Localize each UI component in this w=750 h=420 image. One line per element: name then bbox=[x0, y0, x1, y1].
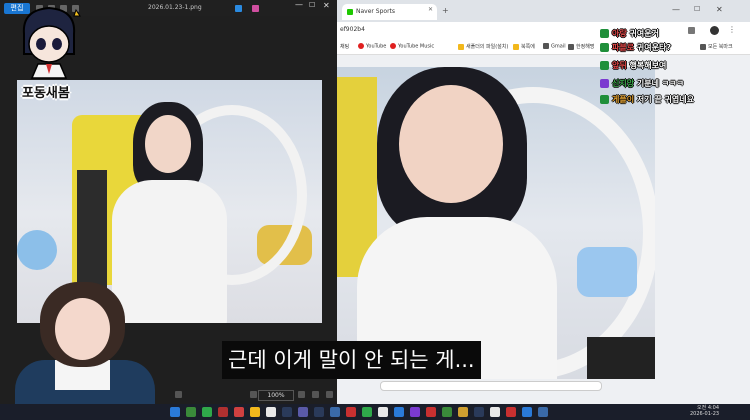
app-icon[interactable] bbox=[298, 407, 308, 417]
app-icon[interactable] bbox=[394, 407, 404, 417]
app-icon[interactable] bbox=[234, 407, 244, 417]
app-icon[interactable] bbox=[378, 407, 388, 417]
app-icon[interactable] bbox=[362, 407, 372, 417]
mascot-avatar-icon bbox=[22, 6, 81, 79]
chat-badge-icon bbox=[600, 61, 609, 70]
app-icon[interactable] bbox=[522, 407, 532, 417]
bookmark-item[interactable]: 새폴더의 파일(설치) bbox=[458, 43, 508, 50]
app-icon[interactable] bbox=[330, 407, 340, 417]
chat-badge-icon bbox=[600, 29, 609, 38]
app-icon[interactable] bbox=[538, 407, 548, 417]
chat-message: 아랑 귀여운거 bbox=[600, 28, 659, 39]
streamer-webcam bbox=[0, 280, 160, 404]
video-person-face bbox=[399, 85, 503, 203]
taskbar bbox=[0, 404, 750, 420]
stream-video[interactable] bbox=[337, 67, 655, 379]
url-text[interactable]: ef902b4 bbox=[340, 26, 365, 33]
chat-badge-icon bbox=[600, 43, 609, 52]
minimize-icon[interactable]: — bbox=[672, 5, 680, 14]
info-icon[interactable] bbox=[175, 391, 182, 398]
naver-icon bbox=[347, 8, 353, 15]
maximize-icon[interactable]: ☐ bbox=[309, 1, 315, 9]
subtitle-caption: 근데 이게 말이 안 되는 게... bbox=[222, 341, 481, 379]
folder-icon bbox=[568, 43, 574, 50]
channel-logo-text: 포동새봄 bbox=[22, 86, 70, 101]
youtube-music-icon bbox=[390, 43, 396, 49]
app-icon[interactable] bbox=[474, 407, 484, 417]
fit-icon[interactable] bbox=[250, 391, 257, 398]
chat-badge-icon bbox=[600, 79, 609, 88]
youtube-icon bbox=[358, 43, 364, 49]
app-icon[interactable] bbox=[490, 407, 500, 417]
app-icon[interactable] bbox=[442, 407, 452, 417]
start-icon[interactable] bbox=[170, 407, 180, 417]
close-icon[interactable]: ✕ bbox=[323, 1, 330, 10]
bookmark-item[interactable]: 채팅 bbox=[340, 43, 349, 50]
app-icon[interactable] bbox=[186, 407, 196, 417]
fullscreen-icon[interactable] bbox=[312, 391, 319, 398]
bookmark-item[interactable]: YouTube Music bbox=[390, 43, 434, 50]
bookmark-item[interactable]: 한정해명 bbox=[568, 43, 594, 50]
close-icon[interactable]: ✕ bbox=[716, 5, 723, 14]
chat-overlay: 아랑 귀여운거 파블로 귀여운타? 앞뒤 행복해보여 신지앙 기분네 ㅋㅋㅋ 게… bbox=[600, 28, 750, 108]
app-icon[interactable] bbox=[506, 407, 516, 417]
folder-icon bbox=[513, 43, 519, 50]
chat-message: 앞뒤 행복해보여 bbox=[600, 60, 666, 71]
bookmark-item[interactable]: 북쪽에 bbox=[513, 43, 535, 50]
video-plush-toy bbox=[577, 247, 637, 297]
folder-icon[interactable] bbox=[250, 407, 260, 417]
chat-message: 파블로 귀여운타? bbox=[600, 42, 671, 53]
chat-message: 신지앙 기분네 ㅋㅋㅋ bbox=[600, 78, 684, 89]
bookmark-item[interactable]: YouTube bbox=[358, 43, 386, 50]
folder-icon bbox=[458, 43, 464, 50]
chat-badge-icon bbox=[600, 95, 609, 104]
steam-icon[interactable] bbox=[282, 407, 292, 417]
zoom-in-icon[interactable] bbox=[298, 391, 305, 398]
video-microphone bbox=[587, 337, 655, 379]
expand-icon[interactable] bbox=[326, 391, 333, 398]
tab-close-icon[interactable]: ✕ bbox=[428, 6, 433, 13]
app-icon[interactable] bbox=[235, 5, 242, 12]
webcam-person-face bbox=[55, 298, 110, 360]
app-icon[interactable] bbox=[426, 407, 436, 417]
new-tab-button[interactable]: + bbox=[442, 6, 449, 15]
bookmark-item[interactable]: Gmail bbox=[543, 43, 566, 50]
browser-tab-title: Naver Sports bbox=[356, 8, 396, 15]
copilot-icon[interactable] bbox=[252, 5, 259, 12]
chat-message: 게플이 저기 끝 귀엽네요 bbox=[600, 94, 694, 105]
app-icon[interactable] bbox=[458, 407, 468, 417]
maximize-icon[interactable]: ☐ bbox=[694, 5, 700, 13]
folder-icon bbox=[543, 43, 549, 49]
horizontal-scrollbar[interactable] bbox=[380, 381, 602, 391]
minimize-icon[interactable]: — bbox=[295, 0, 303, 9]
chrome-icon[interactable] bbox=[266, 407, 276, 417]
tray-date: 2026-01-23 bbox=[690, 411, 720, 417]
viewer-file-title: 2026.01.23-1.png bbox=[148, 4, 202, 11]
photo-plush-toy bbox=[17, 230, 57, 270]
system-tray-clock[interactable]: 오전 4:04 2026-01-23 bbox=[690, 405, 719, 417]
zoom-select[interactable]: 100% bbox=[258, 390, 294, 401]
browser-tab[interactable]: Naver Sports bbox=[342, 4, 437, 20]
app-icon[interactable] bbox=[218, 407, 228, 417]
photo-person-face bbox=[145, 115, 191, 173]
steam-icon[interactable] bbox=[314, 407, 324, 417]
app-icon[interactable] bbox=[346, 407, 356, 417]
app-icon[interactable] bbox=[202, 407, 212, 417]
app-icon[interactable] bbox=[410, 407, 420, 417]
